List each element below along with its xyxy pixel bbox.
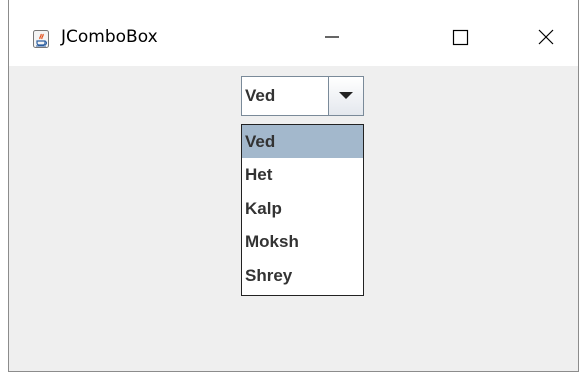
list-item[interactable]: Ved xyxy=(242,125,363,159)
close-button[interactable] xyxy=(523,22,569,52)
list-item[interactable]: Kalp xyxy=(242,192,363,225)
maximize-button[interactable] xyxy=(437,22,483,52)
triangle-down-icon xyxy=(339,92,353,99)
minimize-button[interactable] xyxy=(309,22,355,52)
close-icon xyxy=(538,29,554,45)
title-bar[interactable]: JComboBox xyxy=(9,0,578,66)
combo-box[interactable]: Ved xyxy=(241,76,364,116)
minimize-icon xyxy=(325,36,339,38)
app-window: JComboBox Ved Ved Het Kalp Moksh Shrey xyxy=(8,0,579,372)
combo-dropdown-list: Ved Het Kalp Moksh Shrey xyxy=(241,124,364,296)
list-item[interactable]: Moksh xyxy=(242,225,363,258)
list-item[interactable]: Shrey xyxy=(242,259,363,292)
content-pane: Ved Ved Het Kalp Moksh Shrey xyxy=(9,66,578,371)
combo-arrow-button[interactable] xyxy=(328,77,363,115)
window-title: JComboBox xyxy=(61,27,158,47)
combo-selected-value[interactable]: Ved xyxy=(242,77,328,115)
list-item[interactable]: Het xyxy=(242,158,363,191)
maximize-icon xyxy=(452,29,469,46)
java-coffee-cup-icon xyxy=(33,30,49,48)
